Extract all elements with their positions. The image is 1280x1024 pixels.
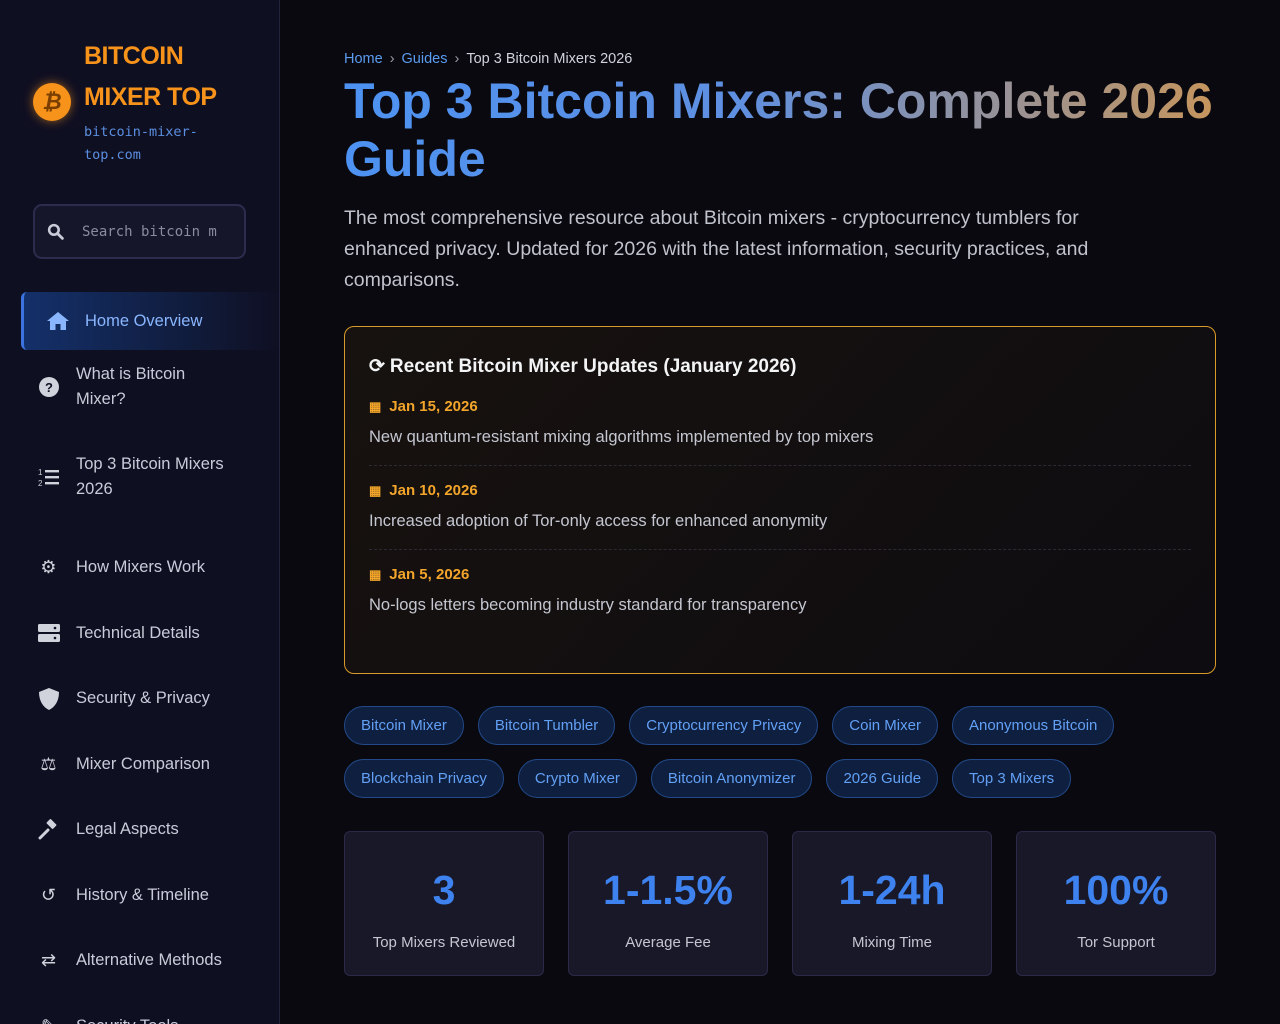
update-text: Increased adoption of Tor-only access fo…: [369, 512, 828, 530]
scale-icon: ⚖: [40, 753, 57, 774]
svg-text:1: 1: [38, 468, 43, 477]
sidebar-item-label: How Mixers Work: [76, 558, 205, 577]
tag[interactable]: Coin Mixer: [832, 706, 938, 745]
sidebar: ₿ BITCOIN MIXER TOP bitcoin-mixer- top.c…: [0, 0, 280, 1024]
breadcrumb-current: Top 3 Bitcoin Mixers 2026: [466, 51, 633, 67]
sidebar-item-label: Security & Privacy: [76, 689, 210, 708]
server-icon: [35, 624, 62, 643]
sidebar-item-label: Technical Details: [76, 623, 200, 642]
sidebar-item-label: Mixer Comparison: [76, 754, 210, 773]
tag[interactable]: Top 3 Mixers: [952, 759, 1072, 798]
stat-card: 3 Top Mixers Reviewed: [344, 831, 544, 976]
sidebar-item-security-tools[interactable]: ✎ Security Tools: [21, 994, 279, 1024]
update-text: New quantum-resistant mixing algorithms …: [369, 428, 874, 446]
svg-text:2: 2: [38, 479, 43, 487]
home-icon: [44, 311, 71, 331]
sidebar-item-what-is[interactable]: ? What is Bitcoin Mixer?: [21, 354, 279, 420]
update-date: Jan 15, 2026: [389, 398, 478, 415]
sidebar-item-home-overview[interactable]: Home Overview: [21, 292, 279, 350]
brand-name-line1: BITCOIN: [84, 42, 184, 70]
tag[interactable]: Crypto Mixer: [517, 759, 637, 798]
tag[interactable]: Anonymous Bitcoin: [951, 706, 1115, 745]
gears-icon: ⚙: [40, 557, 57, 578]
brand-name-line2: MIXER TOP: [84, 83, 217, 111]
sidebar-item-label: Legal Aspects: [76, 820, 179, 839]
sidebar-item-technical-details[interactable]: Technical Details: [21, 601, 279, 667]
stat-label: Top Mixers Reviewed: [372, 934, 516, 951]
stat-value: 100%: [1063, 867, 1169, 913]
updates-heading: Recent Bitcoin Mixer Updates (January 20…: [389, 355, 797, 377]
stat-label: Tor Support: [1077, 934, 1155, 951]
sidebar-item-label: History & Timeline: [76, 885, 209, 904]
sidebar-item-label: Alternative Methods: [76, 951, 222, 970]
stat-card: 100% Tor Support: [1016, 831, 1216, 976]
stat-label: Mixing Time: [851, 934, 933, 951]
sidebar-item-label: Top 3 Bitcoin Mixers 2026: [76, 455, 224, 499]
search-box[interactable]: [33, 204, 246, 259]
stat-value: 1-1.5%: [603, 867, 733, 913]
tools-icon: ✎: [35, 1014, 62, 1024]
sidebar-nav: Home Overview ? What is Bitcoin Mixer? 1…: [21, 292, 279, 1024]
question-circle-icon: ?: [35, 376, 62, 397]
sidebar-item-label: Security Tools: [76, 1014, 178, 1024]
sidebar-item-legal-aspects[interactable]: Legal Aspects: [21, 797, 279, 863]
page-intro: The most comprehensive resource about Bi…: [344, 207, 1089, 291]
tag[interactable]: Cryptocurrency Privacy: [629, 706, 819, 745]
history-icon: ↺: [40, 884, 57, 905]
logo[interactable]: ₿ BITCOIN MIXER TOP bitcoin-mixer- top.c…: [33, 36, 217, 167]
ordered-list-icon: 12: [35, 467, 62, 487]
tag[interactable]: Bitcoin Mixer: [344, 706, 464, 745]
stat-card: 1-24h Mixing Time: [792, 831, 992, 976]
update-item: ▦ Jan 5, 2026 No-logs letters becoming in…: [369, 550, 1191, 633]
sidebar-item-label: Home Overview: [85, 311, 203, 330]
svg-text:?: ?: [45, 380, 53, 395]
stat-value: 3: [432, 867, 456, 913]
domain-line2: top.com: [84, 147, 141, 163]
breadcrumb-home[interactable]: Home: [344, 51, 383, 67]
update-date: Jan 10, 2026: [389, 482, 478, 499]
tag[interactable]: 2026 Guide: [826, 759, 939, 798]
calendar-icon: ▦: [369, 566, 382, 582]
calendar-icon: ▦: [369, 398, 382, 414]
sidebar-item-how-mixers-work[interactable]: ⚙ How Mixers Work: [21, 535, 279, 601]
tag[interactable]: Bitcoin Anonymizer: [650, 759, 813, 798]
recent-updates-panel: ⟳ Recent Bitcoin Mixer Updates (January 2…: [344, 326, 1216, 674]
refresh-icon: ⟳: [369, 356, 385, 377]
update-item: ▦ Jan 15, 2026 New quantum-resistant mixi…: [369, 378, 1191, 466]
stat-card: 1-1.5% Average Fee: [568, 831, 768, 976]
breadcrumb-separator: ›: [389, 51, 395, 67]
sidebar-item-history-timeline[interactable]: ↺ History & Timeline: [21, 863, 279, 929]
update-text: No-logs letters becoming industry standa…: [369, 596, 807, 614]
bitcoin-logo-icon: ₿: [33, 82, 71, 121]
update-item: ▦ Jan 10, 2026 Increased adoption of Tor-…: [369, 466, 1191, 550]
keyword-tags: Bitcoin Mixer Bitcoin Tumbler Cryptocurr…: [344, 706, 1224, 798]
page-title: Top 3 Bitcoin Mixers: Complete 2026 Guid…: [344, 72, 1224, 188]
sidebar-item-mixer-comparison[interactable]: ⚖ Mixer Comparison: [21, 732, 279, 798]
tag[interactable]: Bitcoin Tumbler: [477, 706, 616, 745]
stat-value: 1-24h: [838, 867, 946, 913]
stat-label: Average Fee: [625, 934, 711, 951]
shield-icon: [35, 687, 62, 710]
tag[interactable]: Blockchain Privacy: [344, 759, 504, 798]
sidebar-item-label: What is Bitcoin Mixer?: [76, 364, 186, 408]
calendar-icon: ▦: [369, 482, 382, 498]
search-input[interactable]: [82, 223, 242, 240]
update-date: Jan 5, 2026: [389, 566, 470, 583]
gavel-icon: [35, 818, 62, 841]
domain-line1: bitcoin-mixer-: [84, 124, 198, 140]
stats-row: 3 Top Mixers Reviewed 1-1.5% Average Fee 1…: [344, 831, 1216, 976]
exchange-icon: ⇄: [40, 950, 57, 971]
breadcrumb: Home › Guides › Top 3 Bitcoin Mixers 2026: [344, 51, 632, 67]
sidebar-item-security-privacy[interactable]: Security & Privacy: [21, 666, 279, 732]
sidebar-item-alternative-methods[interactable]: ⇄ Alternative Methods: [21, 928, 279, 994]
breadcrumb-separator: ›: [454, 51, 460, 67]
sidebar-item-top-3[interactable]: 12 Top 3 Bitcoin Mixers 2026: [21, 445, 279, 511]
breadcrumb-guides[interactable]: Guides: [402, 51, 448, 67]
search-icon: [47, 223, 64, 240]
